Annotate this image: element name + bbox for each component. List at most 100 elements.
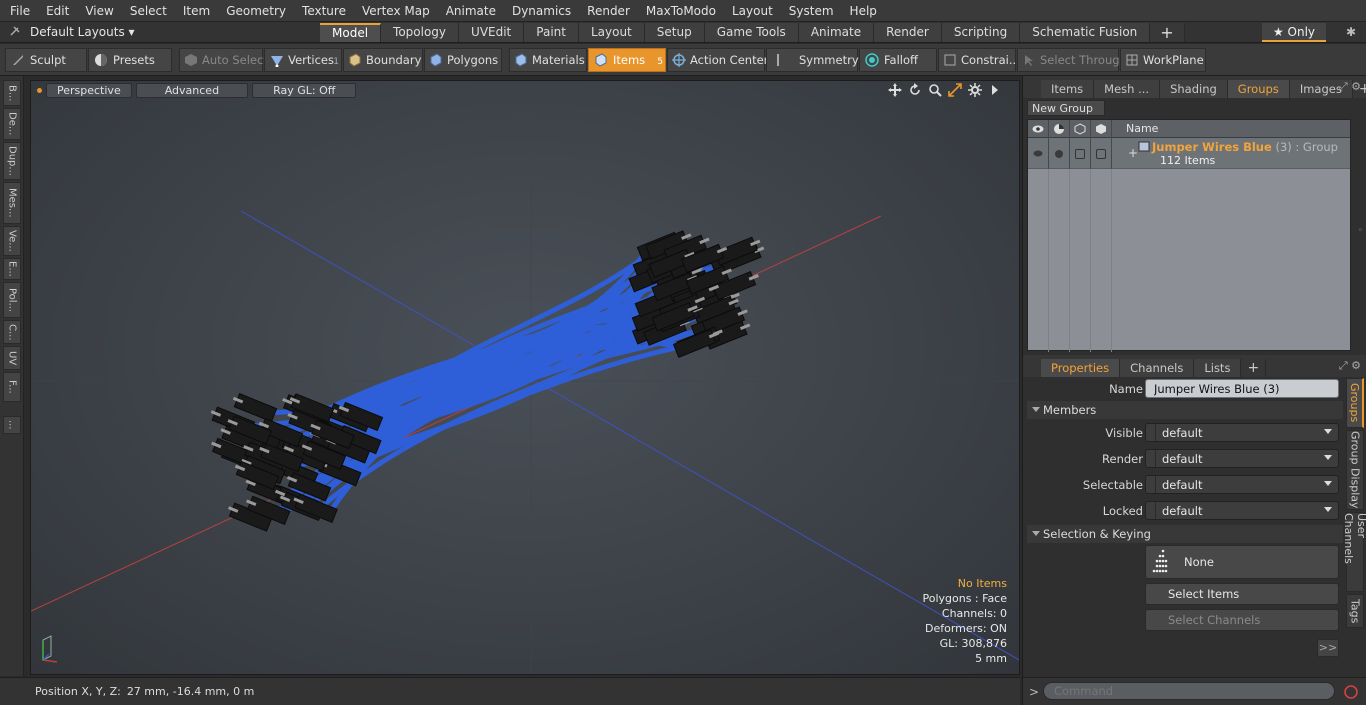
- materials-button[interactable]: Materials: [509, 47, 587, 72]
- presets-button[interactable]: Presets: [88, 47, 172, 72]
- tab-properties[interactable]: Properties: [1041, 359, 1121, 377]
- command-input[interactable]: [1043, 682, 1335, 700]
- selectable-dropdown[interactable]: default: [1145, 475, 1339, 494]
- pin-icon[interactable]: [0, 25, 30, 40]
- 3d-viewport[interactable]: Perspective Advanced Ray GL: Off No Item…: [30, 80, 1020, 675]
- raygl-toggle[interactable]: Ray GL: Off: [252, 82, 357, 98]
- expand-group-icon[interactable]: +: [1128, 146, 1138, 160]
- tab-channels[interactable]: Channels: [1120, 359, 1195, 377]
- menu-texture[interactable]: Texture: [294, 0, 354, 22]
- menu-layout[interactable]: Layout: [724, 0, 781, 22]
- vtab-mesh[interactable]: Mes...: [3, 182, 21, 224]
- menu-animate[interactable]: Animate: [438, 0, 504, 22]
- props-expand-icon[interactable]: ⤢ ⚙: [1339, 359, 1361, 373]
- view-mode-dropdown[interactable]: Perspective: [46, 82, 132, 98]
- add-tab-button[interactable]: +: [1150, 22, 1185, 42]
- group-row[interactable]: + Jumper Wires Blue (3) : Group 112 Item…: [1028, 138, 1350, 169]
- sidetab-groups[interactable]: Groups: [1346, 378, 1364, 428]
- group-name-cell[interactable]: + Jumper Wires Blue (3) : Group 112 Item…: [1112, 138, 1350, 168]
- locked-col-cube-icon[interactable]: [1091, 119, 1112, 138]
- tab-schematic-fusion[interactable]: Schematic Fusion: [1020, 22, 1151, 42]
- tab-topology[interactable]: Topology: [381, 22, 460, 42]
- name-field[interactable]: [1145, 379, 1339, 398]
- menu-edit[interactable]: Edit: [38, 0, 77, 22]
- vtab-polygon[interactable]: Pol...: [3, 282, 21, 318]
- constraints-button[interactable]: Constrai...: [938, 47, 1020, 72]
- vtab-more[interactable]: ...: [3, 416, 21, 434]
- select-channels-button[interactable]: Select Channels: [1145, 609, 1339, 631]
- visible-dropdown[interactable]: default: [1145, 423, 1339, 442]
- tab-paint[interactable]: Paint: [524, 22, 579, 42]
- vtab-vertex[interactable]: Ve...: [3, 226, 21, 256]
- items-button[interactable]: Items 5: [588, 47, 666, 72]
- only-toggle[interactable]: ★ Only: [1262, 23, 1326, 42]
- select-items-button[interactable]: Select Items: [1145, 583, 1339, 605]
- sidetab-group-display[interactable]: Group Display: [1346, 430, 1364, 510]
- falloff-button[interactable]: Falloff: [859, 47, 937, 72]
- more-button[interactable]: >>: [1317, 639, 1339, 657]
- shading-dropdown[interactable]: Advanced: [135, 82, 249, 98]
- vtab-duplicate[interactable]: Dup...: [3, 142, 21, 180]
- locked-dropdown[interactable]: default: [1145, 501, 1339, 520]
- vtab-uv[interactable]: UV: [3, 346, 21, 370]
- tab-layout[interactable]: Layout: [578, 22, 645, 42]
- workplane-button[interactable]: WorkPlane: [1120, 47, 1206, 72]
- scene-render[interactable]: [31, 81, 1020, 675]
- menu-maxtomodo[interactable]: MaxToModo: [638, 0, 724, 22]
- members-section[interactable]: Members: [1027, 401, 1343, 419]
- maximize-view-icon[interactable]: [947, 82, 963, 98]
- sidetab-user-channels[interactable]: User Channels: [1342, 512, 1366, 592]
- vtab-edge[interactable]: E...: [3, 258, 21, 280]
- rotate-view-icon[interactable]: [907, 82, 923, 98]
- tab-items[interactable]: Items: [1041, 80, 1095, 98]
- vtab-curve[interactable]: C...: [3, 320, 21, 344]
- add-props-tab-button[interactable]: +: [1241, 359, 1267, 377]
- render-dropdown[interactable]: default: [1145, 449, 1339, 468]
- polygons-button[interactable]: Polygons: [424, 47, 502, 72]
- auto-select-button[interactable]: Auto Select: [179, 47, 268, 72]
- viewport-settings-icon[interactable]: [967, 82, 983, 98]
- tab-render[interactable]: Render: [874, 22, 942, 42]
- selection-keying-section[interactable]: Selection & Keying: [1027, 525, 1343, 543]
- select-through-button[interactable]: Select Through: [1017, 47, 1127, 72]
- tab-game-tools[interactable]: Game Tools: [704, 22, 799, 42]
- menu-vertex-map[interactable]: Vertex Map: [354, 0, 438, 22]
- tab-model[interactable]: Model: [320, 22, 382, 42]
- vtab-fusion[interactable]: F...: [3, 372, 21, 402]
- vtab-basic[interactable]: B...: [3, 80, 21, 106]
- render-col-icon[interactable]: [1049, 119, 1070, 138]
- vertices-button[interactable]: Vertices 1: [264, 47, 342, 72]
- tab-animate[interactable]: Animate: [798, 22, 875, 42]
- menu-item[interactable]: Item: [175, 0, 218, 22]
- layout-dropdown[interactable]: Default Layouts ▾: [30, 25, 320, 39]
- tab-groups[interactable]: Groups: [1227, 80, 1290, 98]
- sculpt-button[interactable]: Sculpt: [5, 47, 87, 72]
- panel-expand-icon[interactable]: ⤢ ⚙: [1339, 80, 1361, 94]
- tab-lists[interactable]: Lists: [1194, 359, 1242, 377]
- move-view-icon[interactable]: [887, 82, 903, 98]
- tab-uvedit[interactable]: UVEdit: [459, 22, 525, 42]
- menu-render[interactable]: Render: [579, 0, 638, 22]
- row-selectable-checkbox[interactable]: [1070, 138, 1091, 169]
- tab-setup[interactable]: Setup: [644, 22, 705, 42]
- boundary-button[interactable]: Boundary: [343, 47, 423, 72]
- menu-dynamics[interactable]: Dynamics: [504, 0, 579, 22]
- row-locked-checkbox[interactable]: [1091, 138, 1112, 169]
- visibility-col-eye-icon[interactable]: [1028, 119, 1049, 138]
- zoom-view-icon[interactable]: [927, 82, 943, 98]
- menu-view[interactable]: View: [77, 0, 121, 22]
- action-center-button[interactable]: Action Center: [667, 47, 768, 72]
- layout-options-icon[interactable]: ✱: [1346, 23, 1356, 42]
- panel-scroll-handle[interactable]: ◦: [1358, 226, 1363, 236]
- viewport-menu-dot[interactable]: [37, 87, 42, 93]
- symmetry-button[interactable]: Symmetry: [766, 47, 859, 72]
- row-render-icon[interactable]: [1049, 138, 1070, 169]
- selectable-col-cube-icon[interactable]: [1070, 119, 1091, 138]
- menu-help[interactable]: Help: [842, 0, 885, 22]
- record-macro-icon[interactable]: [1341, 682, 1361, 702]
- name-column-header[interactable]: Name: [1112, 122, 1158, 135]
- sidetab-tags[interactable]: Tags: [1346, 594, 1364, 628]
- menu-select[interactable]: Select: [122, 0, 175, 22]
- keying-none-button[interactable]: None: [1145, 545, 1339, 579]
- row-visibility-eye-icon[interactable]: [1028, 138, 1049, 169]
